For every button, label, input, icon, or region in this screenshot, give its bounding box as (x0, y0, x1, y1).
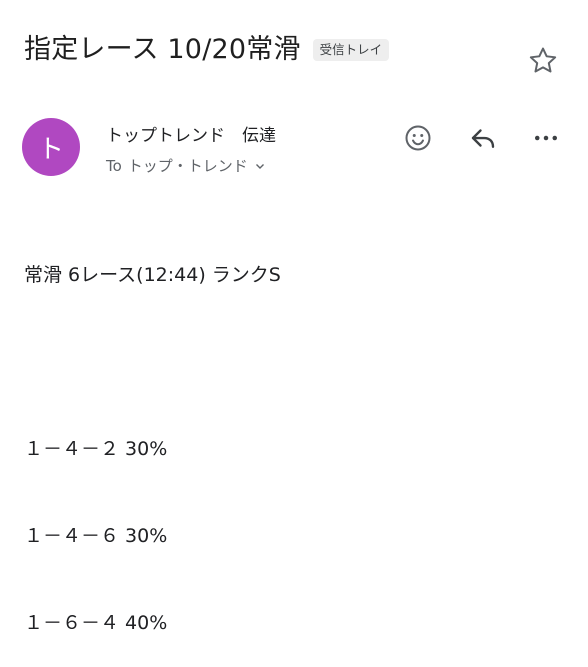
sender-avatar[interactable]: ト (22, 118, 80, 176)
subject-row: 指定レース 10/20常滑 受信トレイ (24, 32, 390, 68)
body-heading: 常滑 6レース(12:44) ランクS (24, 264, 281, 286)
smiley-icon (405, 125, 431, 151)
sender-name[interactable]: トップトレンド 伝達 (106, 121, 276, 146)
more-options-button[interactable] (528, 120, 564, 156)
reply-button[interactable] (465, 120, 501, 156)
star-button[interactable] (526, 44, 560, 78)
body-line-3: １－６－４ 40% (24, 612, 168, 634)
body-line-1: １－４－２ 30% (24, 438, 168, 460)
to-prefix: To (106, 156, 122, 175)
body-line-2: １－４－６ 30% (24, 525, 168, 547)
email-subject: 指定レース 10/20常滑 (24, 34, 301, 65)
inbox-label-chip[interactable]: 受信トレイ (312, 39, 390, 61)
recipient-name: トップ・トレンド (127, 157, 248, 175)
email-body: 常滑 6レース(12:44) ランクS １－４－２ 30% １－４－６ 30% … (24, 203, 281, 667)
star-outline-icon (529, 47, 557, 73)
reply-icon (471, 129, 495, 148)
avatar-letter: ト (37, 134, 64, 165)
recipient-row[interactable]: To トップ・トレンド (106, 155, 266, 176)
chevron-down-icon (255, 163, 264, 169)
body-blank-line (24, 348, 281, 377)
emoji-reaction-button[interactable] (400, 120, 436, 156)
more-horizontal-icon (535, 135, 557, 141)
